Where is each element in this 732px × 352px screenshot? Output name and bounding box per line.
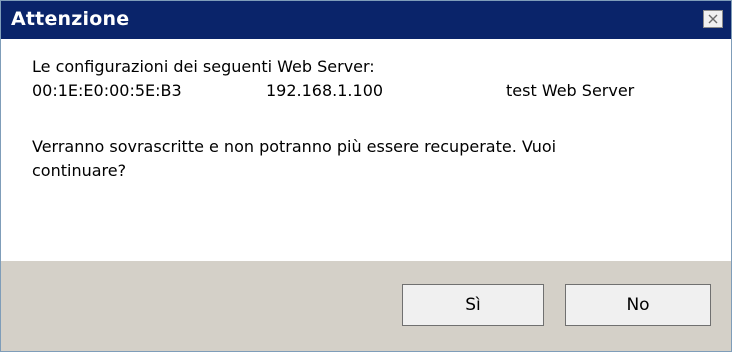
yes-button[interactable]: Sì xyxy=(402,284,544,326)
title-bar[interactable]: Attenzione xyxy=(1,1,731,39)
message-question: continuare? xyxy=(32,161,127,180)
message-warning: Verranno sovrascritte e non potranno più… xyxy=(32,137,557,156)
server-mac-address: 00:1E:E0:00:5E:B3 xyxy=(32,81,182,100)
server-name: test Web Server xyxy=(506,81,635,100)
confirm-dialog: Attenzione Le configurazioni dei seguent… xyxy=(0,0,732,352)
close-button[interactable] xyxy=(703,10,723,28)
dialog-title: Attenzione xyxy=(11,8,130,30)
no-button[interactable]: No xyxy=(565,284,711,326)
server-ip-address: 192.168.1.100 xyxy=(266,81,384,100)
close-icon xyxy=(707,13,719,25)
message-intro: Le configurazioni dei seguenti Web Serve… xyxy=(32,57,375,76)
